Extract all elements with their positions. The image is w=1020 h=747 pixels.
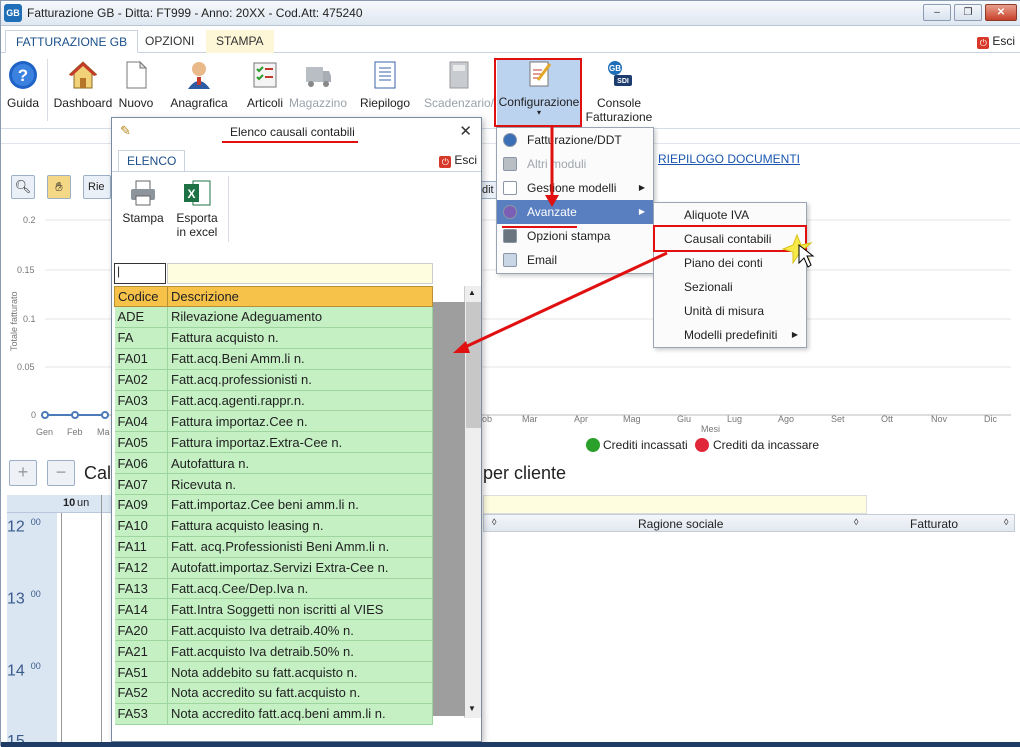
application-window: GB Fatturazione GB - Ditta: FT999 - Anno… [0, 0, 1020, 747]
taskbar-edge [1, 742, 1020, 747]
annotation-arrows [453, 127, 815, 353]
